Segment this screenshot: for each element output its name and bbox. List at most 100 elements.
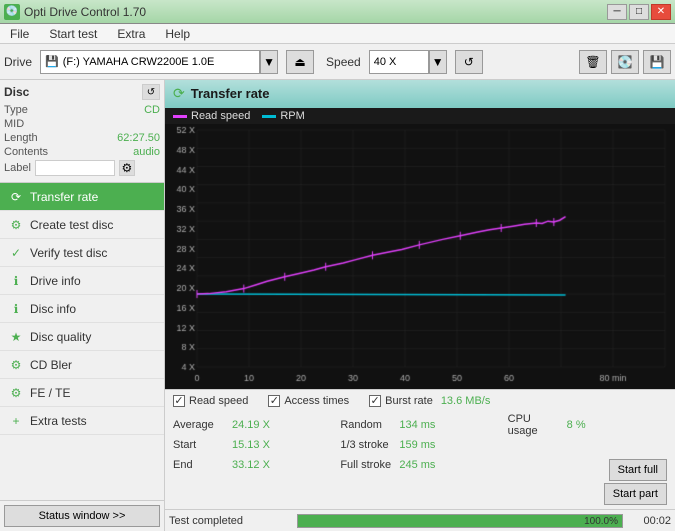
erase-button[interactable]: 🗑 bbox=[579, 50, 607, 74]
disc-quality-icon: ★ bbox=[8, 329, 24, 345]
app-icon: 💿 bbox=[4, 4, 20, 20]
status-time: 00:02 bbox=[631, 515, 671, 527]
drive-icon: 💾 bbox=[45, 55, 59, 68]
random-value: 134 ms bbox=[399, 419, 435, 431]
nav-create-test-disc[interactable]: ⚙ Create test disc bbox=[0, 211, 164, 239]
full-stroke-value: 245 ms bbox=[399, 459, 435, 471]
end-label: End bbox=[173, 459, 228, 471]
menu-bar: File Start test Extra Help bbox=[0, 24, 675, 44]
speed-value: 40 X bbox=[374, 56, 397, 68]
nav-extra-tests-label: Extra tests bbox=[30, 414, 87, 428]
menu-help[interactable]: Help bbox=[159, 25, 196, 43]
nav-fe-te-label: FE / TE bbox=[30, 386, 70, 400]
type-label: Type bbox=[4, 104, 28, 116]
chart-container bbox=[165, 124, 675, 389]
label-label: Label bbox=[4, 162, 31, 174]
nav-fe-te[interactable]: ⚙ FE / TE bbox=[0, 379, 164, 407]
disc-title: Disc bbox=[4, 85, 29, 99]
legend-read-speed: Read speed bbox=[173, 110, 250, 122]
speed-select[interactable]: 40 X bbox=[369, 50, 429, 74]
progress-bar-container: 100.0% bbox=[297, 514, 623, 528]
average-label: Average bbox=[173, 419, 228, 431]
nav-extra-tests[interactable]: + Extra tests bbox=[0, 407, 164, 435]
nav-disc-quality[interactable]: ★ Disc quality bbox=[0, 323, 164, 351]
drive-select[interactable]: 💾 (F:) YAMAHA CRW2200E 1.0E bbox=[40, 50, 260, 74]
nav-cd-bler-label: CD Bler bbox=[30, 358, 72, 372]
action-button-2[interactable]: 💽 bbox=[611, 50, 639, 74]
menu-extra[interactable]: Extra bbox=[111, 25, 151, 43]
extra-tests-icon: + bbox=[8, 413, 24, 429]
menu-file[interactable]: File bbox=[4, 25, 35, 43]
transfer-rate-chart bbox=[165, 124, 675, 389]
maximize-button[interactable]: □ bbox=[629, 4, 649, 20]
average-value: 24.19 X bbox=[232, 419, 270, 431]
nav-verify-test-disc[interactable]: ✓ Verify test disc bbox=[0, 239, 164, 267]
window-controls: ─ □ ✕ bbox=[607, 4, 671, 20]
stroke-1-3-label: 1/3 stroke bbox=[340, 439, 395, 451]
access-times-check-icon: ✓ bbox=[268, 395, 280, 407]
end-value: 33.12 X bbox=[232, 459, 270, 471]
nav-drive-info[interactable]: ℹ Drive info bbox=[0, 267, 164, 295]
start-full-button[interactable]: Start full bbox=[609, 459, 667, 481]
disc-info-icon: ℹ bbox=[8, 301, 24, 317]
nav-verify-test-disc-label: Verify test disc bbox=[30, 246, 107, 260]
legend-read-speed-label: Read speed bbox=[191, 110, 250, 122]
minimize-button[interactable]: ─ bbox=[607, 4, 627, 20]
stats-area: Average 24.19 X Start 15.13 X End 33.12 … bbox=[165, 411, 675, 509]
cpu-label: CPU usage bbox=[508, 413, 563, 437]
nav-disc-info[interactable]: ℹ Disc info bbox=[0, 295, 164, 323]
length-value: 62:27.50 bbox=[117, 132, 160, 144]
cpu-value: 8 % bbox=[567, 419, 586, 431]
label-input[interactable] bbox=[35, 160, 115, 176]
drive-dropdown-arrow[interactable]: ▼ bbox=[260, 50, 278, 74]
chart-header: ⟳ Transfer rate bbox=[165, 80, 675, 108]
refresh-button[interactable]: ↺ bbox=[455, 50, 483, 74]
chart-title: Transfer rate bbox=[191, 86, 270, 101]
nav-disc-quality-label: Disc quality bbox=[30, 330, 91, 344]
access-times-checkbox[interactable]: ✓ Access times bbox=[268, 395, 349, 407]
content-area: ⟳ Transfer rate Read speed RPM ✓ Read sp… bbox=[165, 80, 675, 531]
disc-refresh-button[interactable]: ↺ bbox=[142, 84, 160, 100]
legend-rpm: RPM bbox=[262, 110, 304, 122]
stroke-1-3-value: 159 ms bbox=[399, 439, 435, 451]
nav-cd-bler[interactable]: ⚙ CD Bler bbox=[0, 351, 164, 379]
save-button[interactable]: 💾 bbox=[643, 50, 671, 74]
chart-checkboxes: ✓ Read speed ✓ Access times ✓ Burst rate… bbox=[165, 389, 675, 411]
transfer-rate-icon: ⟳ bbox=[8, 189, 24, 205]
close-button[interactable]: ✕ bbox=[651, 4, 671, 20]
eject-button[interactable]: ⏏ bbox=[286, 50, 314, 74]
chart-title-icon: ⟳ bbox=[173, 85, 185, 102]
type-value: CD bbox=[144, 104, 160, 116]
drive-label: Drive bbox=[4, 55, 32, 69]
completed-text: Test completed bbox=[169, 515, 289, 527]
cd-bler-icon: ⚙ bbox=[8, 357, 24, 373]
burst-rate-value: 13.6 MB/s bbox=[441, 395, 491, 407]
sidebar: Disc ↺ Type CD MID Length 62:27.50 Conte… bbox=[0, 80, 165, 531]
full-stroke-label: Full stroke bbox=[340, 459, 395, 471]
random-label: Random bbox=[340, 419, 395, 431]
sidebar-nav: ⟳ Transfer rate ⚙ Create test disc ✓ Ver… bbox=[0, 183, 164, 435]
burst-rate-checkbox-label: Burst rate bbox=[385, 395, 433, 407]
progress-bar bbox=[298, 515, 622, 527]
speed-dropdown-arrow[interactable]: ▼ bbox=[429, 50, 447, 74]
chart-legend: Read speed RPM bbox=[165, 108, 675, 124]
toolbar: Drive 💾 (F:) YAMAHA CRW2200E 1.0E ▼ ⏏ Sp… bbox=[0, 44, 675, 80]
burst-rate-checkbox[interactable]: ✓ Burst rate 13.6 MB/s bbox=[369, 395, 490, 407]
menu-start-test[interactable]: Start test bbox=[43, 25, 103, 43]
read-speed-check-icon: ✓ bbox=[173, 395, 185, 407]
nav-transfer-rate[interactable]: ⟳ Transfer rate bbox=[0, 183, 164, 211]
start-label: Start bbox=[173, 439, 228, 451]
label-edit-button[interactable]: ⚙ bbox=[119, 160, 135, 176]
fe-te-icon: ⚙ bbox=[8, 385, 24, 401]
read-speed-checkbox[interactable]: ✓ Read speed bbox=[173, 395, 248, 407]
length-label: Length bbox=[4, 132, 38, 144]
status-window-button[interactable]: Status window >> bbox=[4, 505, 160, 527]
start-part-button[interactable]: Start part bbox=[604, 483, 667, 505]
contents-value: audio bbox=[133, 146, 160, 158]
contents-label: Contents bbox=[4, 146, 48, 158]
nav-drive-info-label: Drive info bbox=[30, 274, 81, 288]
legend-rpm-label: RPM bbox=[280, 110, 304, 122]
read-speed-checkbox-label: Read speed bbox=[189, 395, 248, 407]
nav-disc-info-label: Disc info bbox=[30, 302, 76, 316]
nav-transfer-rate-label: Transfer rate bbox=[30, 190, 98, 204]
